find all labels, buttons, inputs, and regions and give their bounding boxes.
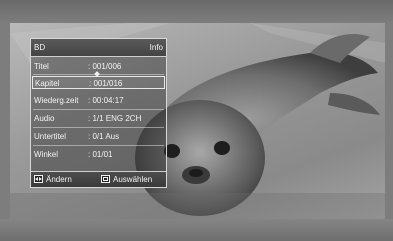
row-divider [33,127,164,128]
screen-frame-right [385,23,393,219]
panel-header: BD Info [31,39,166,57]
row-playback-time[interactable]: Wiederg.zeit : 00:04:17 [31,93,166,106]
left-right-arrows-icon [34,175,43,183]
row-audio[interactable]: Audio : 1/1 ENG 2CH [31,111,166,124]
row-value: : 0/1 Aus [88,132,120,141]
select-hint: Auswählen [113,175,153,184]
row-label: Titel [34,62,49,71]
row-divider [33,145,164,146]
row-value: : 1/1 ENG 2CH [88,114,142,123]
screen-frame-bottom [0,219,393,241]
screen-frame-top [0,0,393,23]
panel-info-label: Info [149,43,163,52]
row-value: : 01/01 [88,150,113,159]
row-value: : 00:04:17 [88,96,124,105]
row-label: Wiederg.zeit [34,96,79,105]
panel-footer: Ändern Auswählen [31,171,166,187]
row-label: Audio [34,114,55,123]
row-title[interactable]: Titel : 001/006 [31,59,166,72]
row-divider [33,109,164,110]
screen-frame-left [0,23,10,219]
row-label: Winkel [34,150,59,159]
info-panel: BD Info Titel : 001/006 Kapitel : 001/01… [30,38,167,188]
row-label: Kapitel [35,79,60,88]
panel-title: BD [34,43,46,52]
change-hint: Ändern [46,175,72,184]
row-value: : 001/006 [88,62,122,71]
row-subtitle[interactable]: Untertitel : 0/1 Aus [31,129,166,142]
row-angle[interactable]: Winkel : 01/01 [31,147,166,160]
row-label: Untertitel [34,132,67,141]
enter-icon [101,175,110,183]
row-chapter[interactable]: Kapitel : 001/016 [32,76,165,89]
row-value: : 001/016 [89,79,123,88]
